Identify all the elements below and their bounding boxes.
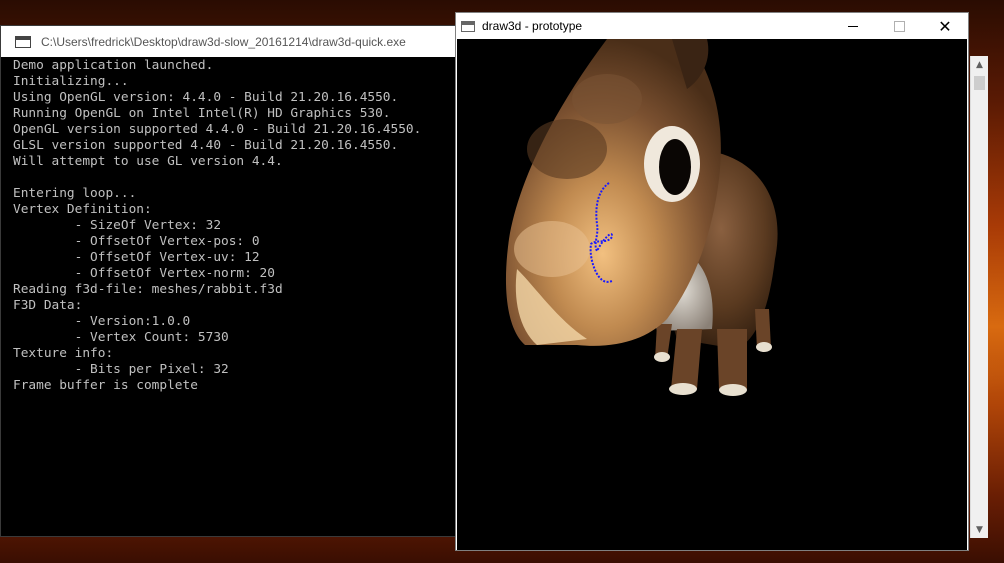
rabbit-render — [505, 39, 778, 396]
background-console-scrollbar[interactable]: ▲ ▼ — [970, 56, 988, 538]
console-line: Demo application launched. — [13, 58, 214, 73]
console-line: GLSL version supported 4.40 - Build 21.2… — [13, 138, 399, 153]
console-title: C:\Users\fredrick\Desktop\draw3d-slow_20… — [41, 34, 406, 49]
console-line: Vertex Definition: — [13, 202, 152, 217]
console-output: Demo application launched. Initializing..… — [13, 58, 467, 534]
console-line: - Vertex Count: 5730 — [13, 330, 229, 345]
console-line: - OffsetOf Vertex-norm: 20 — [13, 266, 275, 281]
scrollbar-thumb[interactable] — [974, 76, 985, 90]
console-line: - Bits per Pixel: 32 — [13, 362, 229, 377]
console-line: - Version:1.0.0 — [13, 314, 191, 329]
console-line: - SizeOf Vertex: 32 — [13, 218, 222, 233]
render-viewport[interactable] — [457, 39, 967, 550]
console-line: - OffsetOf Vertex-pos: 0 — [13, 234, 260, 249]
maximize-button[interactable] — [876, 13, 922, 39]
console-line: Initializing... — [13, 74, 129, 89]
console-line: OpenGL version supported 4.4.0 - Build 2… — [13, 122, 422, 137]
minimize-button[interactable] — [830, 13, 876, 39]
console-line: Entering loop... — [13, 186, 137, 201]
console-titlebar[interactable]: C:\Users\fredrick\Desktop\draw3d-slow_20… — [1, 26, 469, 57]
prototype-app-icon — [461, 20, 475, 32]
console-line: Running OpenGL on Intel Intel(R) HD Grap… — [13, 106, 391, 121]
console-line: Will attempt to use GL version 4.4. — [13, 154, 283, 169]
console-line: - OffsetOf Vertex-uv: 12 — [13, 250, 260, 265]
console-line: Reading f3d-file: meshes/rabbit.f3d — [13, 282, 283, 297]
scroll-down-arrow-icon[interactable]: ▼ — [971, 521, 988, 538]
console-line: Texture info: — [13, 346, 114, 361]
prototype-titlebar[interactable]: draw3d - prototype ✕ — [456, 13, 968, 39]
prototype-title: draw3d - prototype — [482, 19, 583, 33]
console-line: F3D Data: — [13, 298, 83, 313]
prototype-window: draw3d - prototype ✕ — [455, 12, 969, 551]
console-line: Frame buffer is complete — [13, 378, 198, 393]
console-line: Using OpenGL version: 4.4.0 - Build 21.2… — [13, 90, 399, 105]
console-window: C:\Users\fredrick\Desktop\draw3d-slow_20… — [0, 25, 470, 537]
scroll-up-arrow-icon[interactable]: ▲ — [971, 56, 988, 73]
console-app-icon — [15, 35, 31, 48]
close-button[interactable]: ✕ — [922, 13, 968, 39]
